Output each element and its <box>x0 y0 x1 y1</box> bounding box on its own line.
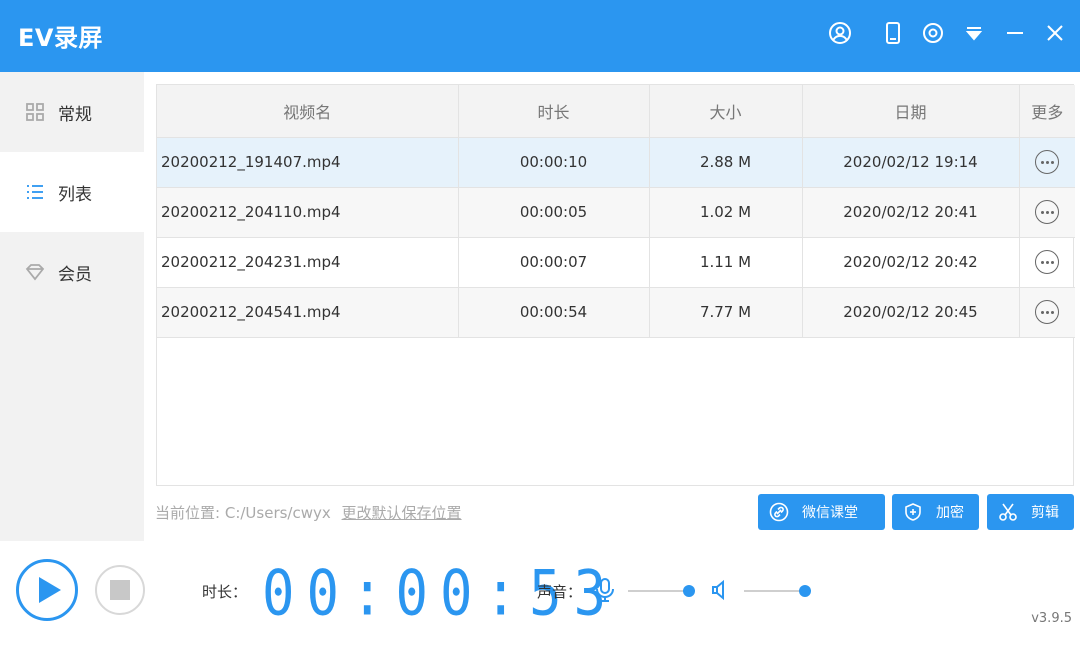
version-label: v3.9.5 <box>1031 611 1072 626</box>
stop-icon <box>110 580 130 600</box>
save-path-label: 当前位置: <box>155 504 221 522</box>
grid-icon <box>24 101 46 123</box>
user-icon[interactable] <box>825 18 855 48</box>
minimize-icon[interactable] <box>1000 18 1030 48</box>
link-icon <box>768 501 790 523</box>
column-header-date[interactable]: 日期 <box>802 85 1020 138</box>
column-header-size[interactable]: 大小 <box>649 85 803 138</box>
more-icon[interactable] <box>1035 250 1060 275</box>
edit-label: 剪辑 <box>1031 505 1059 521</box>
close-icon[interactable] <box>1040 18 1070 48</box>
sidebar: 常规 列表 会员 <box>0 72 144 541</box>
recorder-bar: 时长： 00:00:53 声音： v3.9.5 <box>0 541 1080 651</box>
change-save-location-link[interactable]: 更改默认保存位置 <box>342 504 462 522</box>
cell-more <box>1019 237 1075 288</box>
sound-label: 声音： <box>537 583 583 601</box>
cell-size: 1.02 M <box>649 187 803 238</box>
cell-more <box>1019 187 1075 238</box>
cell-date: 2020/02/12 19:14 <box>802 137 1020 188</box>
save-path: 当前位置: C:/Users/cwyx 更改默认保存位置 <box>155 502 462 523</box>
cell-size: 7.77 M <box>649 287 803 338</box>
app-title: EV录屏 <box>18 24 103 52</box>
table-row[interactable]: 20200212_204541.mp4 00:00:54 7.77 M 2020… <box>157 287 1075 338</box>
record-play-button[interactable] <box>16 559 78 621</box>
save-path-value: C:/Users/cwyx <box>224 504 331 522</box>
list-icon <box>24 181 46 203</box>
sidebar-item-general[interactable]: 常规 <box>0 72 144 152</box>
cell-date: 2020/02/12 20:41 <box>802 187 1020 238</box>
dropdown-icon[interactable] <box>959 18 989 48</box>
encrypt-button[interactable]: 加密 <box>892 494 979 530</box>
scissors-icon <box>997 501 1019 523</box>
play-icon <box>39 577 61 603</box>
app-window: EV录屏 常规 列表 会员 视频名 时长 大小 日期 更多 20200212_1… <box>0 0 1080 651</box>
cell-size: 2.88 M <box>649 137 803 188</box>
cell-more <box>1019 287 1075 338</box>
cell-duration: 00:00:05 <box>458 187 650 238</box>
video-table: 视频名 时长 大小 日期 更多 20200212_191407.mp4 00:0… <box>156 84 1075 486</box>
cell-name: 20200212_204541.mp4 <box>157 287 459 338</box>
speaker-icon[interactable] <box>710 578 734 602</box>
table-row[interactable]: 20200212_191407.mp4 00:00:10 2.88 M 2020… <box>157 137 1075 188</box>
table-row[interactable]: 20200212_204231.mp4 00:00:07 1.11 M 2020… <box>157 237 1075 288</box>
main-panel: 视频名 时长 大小 日期 更多 20200212_191407.mp4 00:0… <box>144 72 1080 541</box>
cell-duration: 00:00:54 <box>458 287 650 338</box>
cell-name: 20200212_204231.mp4 <box>157 237 459 288</box>
cell-size: 1.11 M <box>649 237 803 288</box>
cell-name: 20200212_204110.mp4 <box>157 187 459 238</box>
sidebar-item-label: 常规 <box>58 104 92 125</box>
shield-icon <box>902 501 924 523</box>
sidebar-item-label: 列表 <box>58 184 92 205</box>
wechat-class-button[interactable]: 微信课堂 <box>758 494 885 530</box>
phone-icon[interactable] <box>878 18 908 48</box>
diamond-icon <box>24 261 46 283</box>
duration-label: 时长： <box>202 583 248 601</box>
cell-duration: 00:00:10 <box>458 137 650 188</box>
sidebar-item-member[interactable]: 会员 <box>0 232 144 312</box>
wechat-class-label: 微信课堂 <box>802 505 858 521</box>
cell-date: 2020/02/12 20:45 <box>802 287 1020 338</box>
sidebar-item-list[interactable]: 列表 <box>0 152 144 232</box>
column-header-name[interactable]: 视频名 <box>157 85 459 138</box>
speaker-volume-slider[interactable] <box>744 585 811 597</box>
more-icon[interactable] <box>1035 300 1060 325</box>
slider-knob[interactable] <box>799 585 811 597</box>
more-icon[interactable] <box>1035 200 1060 225</box>
stop-button[interactable] <box>95 565 145 615</box>
column-header-duration[interactable]: 时长 <box>458 85 650 138</box>
cell-date: 2020/02/12 20:42 <box>802 237 1020 288</box>
sidebar-item-label: 会员 <box>58 264 92 285</box>
microphone-icon[interactable] <box>594 577 616 603</box>
encrypt-label: 加密 <box>936 505 964 521</box>
cell-name: 20200212_191407.mp4 <box>157 137 459 188</box>
microphone-volume-slider[interactable] <box>628 585 695 597</box>
settings-icon[interactable] <box>918 18 948 48</box>
more-icon[interactable] <box>1035 150 1060 175</box>
cell-duration: 00:00:07 <box>458 237 650 288</box>
edit-button[interactable]: 剪辑 <box>987 494 1074 530</box>
table-header: 视频名 时长 大小 日期 更多 <box>157 85 1075 138</box>
slider-knob[interactable] <box>683 585 695 597</box>
title-bar: EV录屏 <box>0 0 1080 72</box>
cell-more <box>1019 137 1075 188</box>
table-row[interactable]: 20200212_204110.mp4 00:00:05 1.02 M 2020… <box>157 187 1075 238</box>
column-header-more: 更多 <box>1019 85 1075 138</box>
